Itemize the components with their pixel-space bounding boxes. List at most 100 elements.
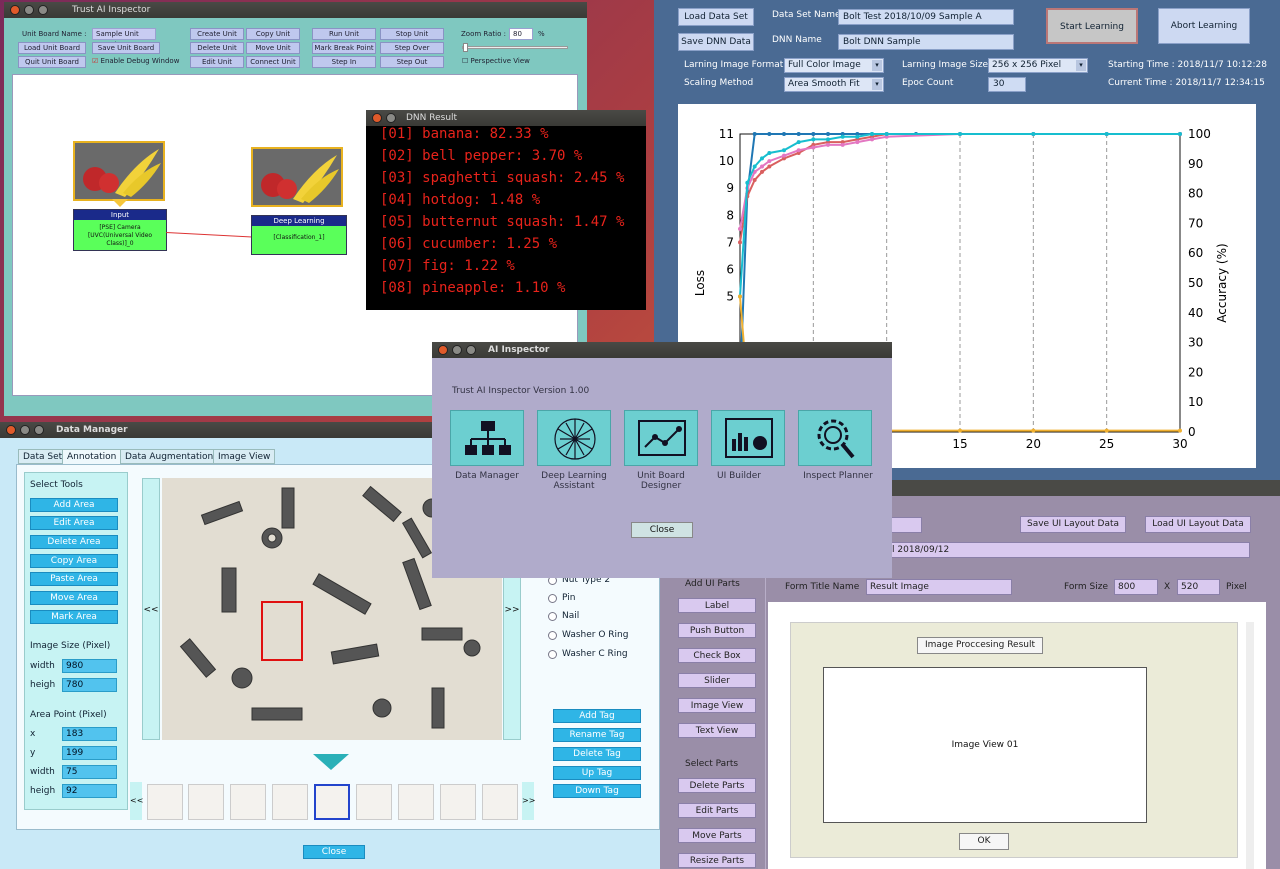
minimize-icon[interactable] (20, 425, 30, 435)
connect-unit-button[interactable]: Connect Unit (246, 56, 300, 68)
layout-date-field[interactable]: l 2018/09/12 (888, 542, 1250, 558)
image-view-part-button[interactable]: Image View (678, 698, 756, 713)
data-manager-close-button[interactable]: Close (303, 845, 365, 859)
perspective-checkbox[interactable]: ☐ Perspective View (462, 57, 530, 65)
thumb-prev-button[interactable]: << (130, 782, 143, 820)
edit-unit-button[interactable]: Edit Unit (190, 56, 244, 68)
maximize-icon[interactable] (34, 425, 44, 435)
maximize-icon[interactable] (38, 5, 48, 15)
delete-area-button[interactable]: Delete Area (30, 535, 118, 549)
image-height-field[interactable]: 780 (62, 678, 117, 692)
load-ui-layout-button[interactable]: Load UI Layout Data (1145, 516, 1251, 533)
load-data-set-button[interactable]: Load Data Set (678, 8, 754, 26)
tab-data-set[interactable]: Data Set (18, 449, 68, 464)
close-icon[interactable] (372, 113, 382, 123)
run-unit-button[interactable]: Run Unit (312, 28, 376, 40)
add-tag-button[interactable]: Add Tag (553, 709, 641, 723)
close-icon[interactable] (438, 345, 448, 355)
preview-ok-button[interactable]: OK (959, 833, 1009, 850)
thumbnail[interactable] (272, 784, 308, 820)
delete-unit-button[interactable]: Delete Unit (190, 42, 244, 54)
add-area-button[interactable]: Add Area (30, 498, 118, 512)
thumbnail[interactable] (482, 784, 518, 820)
tag-washer-o-ring[interactable]: Washer O Ring (548, 630, 628, 640)
image-size-select[interactable]: 256 x 256 Pixel ▾ (988, 58, 1088, 73)
tab-image-view[interactable]: Image View (213, 449, 276, 464)
prev-image-button[interactable]: << (142, 478, 160, 740)
load-unit-board-button[interactable]: Load Unit Board (18, 42, 86, 54)
form-title-field[interactable]: Result Image (866, 579, 1012, 595)
thumbnail-selected[interactable] (314, 784, 350, 820)
thumbnail[interactable] (147, 784, 183, 820)
save-unit-board-button[interactable]: Save Unit Board (92, 42, 160, 54)
step-out-button[interactable]: Step Out (380, 56, 444, 68)
thumbnail[interactable] (230, 784, 266, 820)
tab-annotation[interactable]: Annotation (62, 449, 122, 464)
area-x-field[interactable]: 183 (62, 727, 117, 741)
tag-washer-c-ring[interactable]: Washer C Ring (548, 649, 628, 659)
move-parts-button[interactable]: Move Parts (678, 828, 756, 843)
thumbnail[interactable] (188, 784, 224, 820)
image-width-field[interactable]: 980 (62, 659, 117, 673)
maximize-icon[interactable] (466, 345, 476, 355)
ai-inspector-close-button[interactable]: Close (631, 522, 693, 538)
edit-parts-button[interactable]: Edit Parts (678, 803, 756, 818)
quit-unit-board-button[interactable]: Quit Unit Board (18, 56, 86, 68)
layout-name-field[interactable] (888, 517, 922, 533)
minimize-icon[interactable] (452, 345, 462, 355)
deep-learning-tile[interactable] (537, 410, 611, 466)
move-area-button[interactable]: Move Area (30, 591, 118, 605)
canvas-scrollbar[interactable] (1246, 622, 1254, 869)
thumbnail[interactable] (398, 784, 434, 820)
move-unit-button[interactable]: Move Unit (246, 42, 300, 54)
step-in-button[interactable]: Step In (312, 56, 376, 68)
ui-builder-tile[interactable] (711, 410, 785, 466)
thumbnail[interactable] (440, 784, 476, 820)
form-width-field[interactable]: 800 (1114, 579, 1158, 595)
text-view-part-button[interactable]: Text View (678, 723, 756, 738)
image-format-select[interactable]: Full Color Image ▾ (784, 58, 884, 73)
create-unit-button[interactable]: Create Unit (190, 28, 244, 40)
area-width-field[interactable]: 75 (62, 765, 117, 779)
save-dnn-data-button[interactable]: Save DNN Data (678, 33, 754, 51)
tag-pin[interactable]: Pin (548, 593, 575, 603)
area-y-field[interactable]: 199 (62, 746, 117, 760)
mark-break-point-button[interactable]: Mark Break Point (312, 42, 376, 54)
paste-area-button[interactable]: Paste Area (30, 572, 118, 586)
start-learning-button[interactable]: Start Learning (1046, 8, 1138, 44)
delete-tag-button[interactable]: Delete Tag (553, 747, 641, 761)
stop-unit-button[interactable]: Stop Unit (380, 28, 444, 40)
save-ui-layout-button[interactable]: Save UI Layout Data (1020, 516, 1126, 533)
zoom-slider-handle[interactable] (463, 43, 468, 52)
thumbnail[interactable] (356, 784, 392, 820)
copy-area-button[interactable]: Copy Area (30, 554, 118, 568)
area-height-field[interactable]: 92 (62, 784, 117, 798)
input-unit[interactable]: Input [PSE] Camera [UVC(Universal Video … (73, 209, 167, 251)
thumb-next-button[interactable]: >> (522, 782, 535, 820)
tab-data-augmentation[interactable]: Data Augmentation (120, 449, 219, 464)
unit-board-designer-tile[interactable] (624, 410, 698, 466)
slider-part-button[interactable]: Slider (678, 673, 756, 688)
deep-learning-unit[interactable]: Deep Learning [Classification_1] (251, 215, 347, 255)
up-tag-button[interactable]: Up Tag (553, 766, 641, 780)
scaling-method-select[interactable]: Area Smooth Fit ▾ (784, 77, 884, 92)
minimize-icon[interactable] (386, 113, 396, 123)
mark-area-button[interactable]: Mark Area (30, 610, 118, 624)
step-over-button[interactable]: Step Over (380, 42, 444, 54)
abort-learning-button[interactable]: Abort Learning (1158, 8, 1250, 44)
data-manager-tile[interactable] (450, 410, 524, 466)
label-part-button[interactable]: Label (678, 598, 756, 613)
board-name-field[interactable]: Sample Unit Board (92, 28, 156, 49)
dataset-name-field[interactable]: Bolt Test 2018/10/09 Sample A (838, 9, 1014, 25)
close-icon[interactable] (10, 5, 20, 15)
tag-nail[interactable]: Nail (548, 611, 579, 621)
debug-checkbox[interactable]: ☑ Enable Debug Window (92, 57, 179, 65)
close-icon[interactable] (6, 425, 16, 435)
delete-parts-button[interactable]: Delete Parts (678, 778, 756, 793)
down-tag-button[interactable]: Down Tag (553, 784, 641, 798)
rename-tag-button[interactable]: Rename Tag (553, 728, 641, 742)
zoom-slider[interactable] (462, 43, 568, 52)
edit-area-button[interactable]: Edit Area (30, 516, 118, 530)
check-box-part-button[interactable]: Check Box (678, 648, 756, 663)
resize-parts-button[interactable]: Resize Parts (678, 853, 756, 868)
